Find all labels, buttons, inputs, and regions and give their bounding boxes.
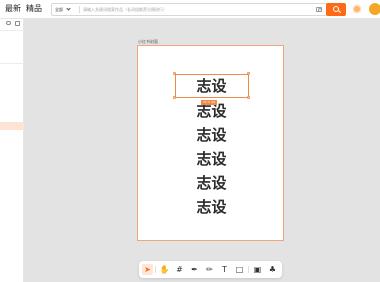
sun-icon[interactable]	[354, 6, 360, 12]
panel-icon[interactable]	[15, 21, 20, 26]
frame-icon[interactable]: #	[174, 264, 185, 275]
plugin-icon[interactable]: ♣	[267, 264, 278, 275]
pencil-icon[interactable]: ✏	[204, 264, 215, 275]
search-scope-label: 全部	[55, 7, 63, 12]
text-layer-5[interactable]: 志设	[138, 174, 285, 192]
search-bar: 全部	[51, 3, 327, 16]
resize-handle-bottom-right[interactable]	[247, 96, 250, 99]
divider	[0, 63, 24, 64]
sidebar-item-selected[interactable]	[0, 122, 24, 130]
search-scope-select[interactable]: 全部	[55, 4, 71, 15]
search-input[interactable]	[83, 4, 283, 15]
divider	[79, 6, 80, 13]
image-icon[interactable]: ▣	[252, 264, 263, 275]
pointer-icon[interactable]: ➤	[142, 264, 153, 275]
nav-featured[interactable]: 精品	[26, 3, 42, 15]
sidebar	[0, 19, 24, 282]
divider	[155, 266, 156, 273]
avatar[interactable]	[369, 3, 380, 15]
selection-size-badge: 73 × 24	[201, 100, 218, 105]
text-layer-6[interactable]: 志设	[138, 198, 285, 216]
pen-icon[interactable]: ✒	[189, 264, 200, 275]
nav-latest[interactable]: 最新	[5, 3, 21, 15]
text-layer-4[interactable]: 志设	[138, 150, 285, 168]
camera-icon[interactable]	[316, 7, 322, 12]
divider	[248, 266, 249, 273]
text-layer-3[interactable]: 志设	[138, 126, 285, 144]
artboard[interactable]: 志设 志设 志设 志设 志设 志设 73 × 24	[137, 45, 284, 241]
cloud-icon[interactable]	[6, 21, 11, 25]
resize-handle-top-left[interactable]	[173, 72, 176, 75]
search-button[interactable]	[326, 3, 346, 16]
rectangle-icon[interactable]: □	[234, 264, 245, 275]
selection-box[interactable]	[175, 74, 249, 98]
resize-handle-top-right[interactable]	[247, 72, 250, 75]
chevron-down-icon	[66, 6, 71, 11]
hand-icon[interactable]: ✋	[159, 264, 170, 275]
text-icon[interactable]: T	[219, 264, 230, 275]
divider	[0, 30, 24, 31]
bottom-toolbar: ➤ ✋ # ✒ ✏ T □ ▣ ♣	[139, 261, 282, 278]
resize-handle-bottom-left[interactable]	[173, 96, 176, 99]
top-bar: 最新 精品 全部	[0, 0, 380, 19]
